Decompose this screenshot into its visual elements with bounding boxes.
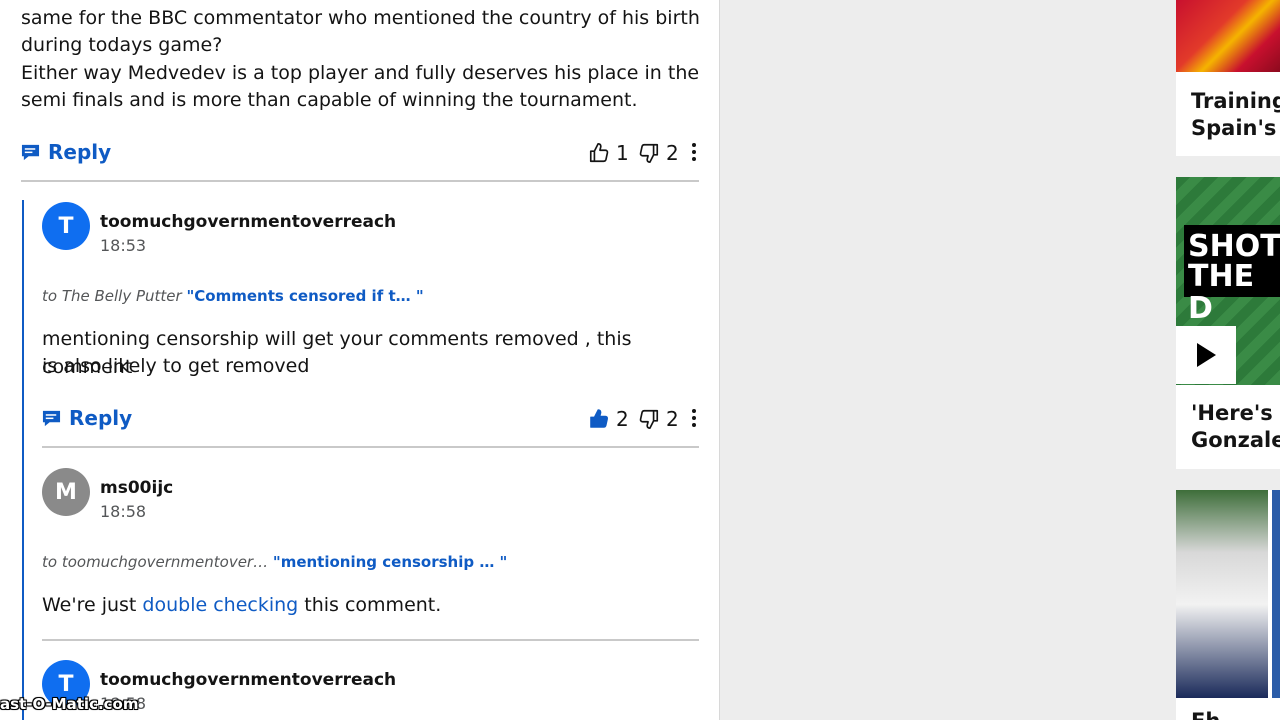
reply-label: Reply [48,140,112,164]
reply-icon [42,410,61,426]
divider [21,180,699,182]
reply-to-line: to toomuchgovernmentover… "mentioning ce… [42,553,507,571]
image-text-banner: SHOT THE D [1184,225,1280,325]
card-title: Spain's u [1191,116,1280,140]
comment-text-line: is also likely to get removed [42,355,310,377]
promo-card[interactable]: SHOT THE D 'Here's to Gonzalez [1176,177,1280,469]
reply-to-prefix: to toomuchgovernmentover… [42,553,269,571]
card-title: Gonzalez [1191,428,1280,452]
play-button[interactable] [1176,326,1236,384]
divider [42,639,699,641]
text-after-link: this comment. [298,594,442,616]
quoted-comment-link[interactable]: "Comments censored if t… " [186,287,423,305]
downvote-button[interactable]: 2 [638,407,679,431]
thumbs-up-filled-icon [590,409,609,428]
comment-text-line: same for the BBC commentator who mention… [21,7,700,29]
divider [42,446,699,448]
card-image [1176,0,1280,72]
text-before-link: We're just [42,594,143,616]
reply-icon [21,144,40,160]
comment-text-line: semi finals and is more than capable of … [21,89,638,111]
comment-text-line: We're just double checking this comment. [42,592,441,620]
thumbs-up-icon [589,143,609,163]
promo-card[interactable]: Training Spain's u [1176,0,1280,156]
author-name[interactable]: toomuchgovernmentoverreach [100,212,396,232]
reply-to-prefix: to The Belly Putter [42,287,182,305]
upvote-count: 2 [616,407,629,431]
card-title: Eh [1191,708,1220,720]
play-icon [1197,343,1216,367]
comments-panel: same for the BBC commentator who mention… [0,0,720,720]
downvote-count: 2 [666,407,679,431]
page: same for the BBC commentator who mention… [0,0,1280,720]
upvote-button[interactable]: 1 [588,141,629,165]
promo-card[interactable]: Eh [1176,490,1280,720]
thumbs-down-icon [639,409,659,429]
timestamp: 18:58 [100,502,147,521]
card-title: Training [1191,89,1280,113]
upvote-button[interactable]: 2 [588,407,629,431]
double-checking-link[interactable]: double checking [142,594,298,616]
reply-to-line: to The Belly Putter "Comments censored i… [42,287,424,305]
card-title: 'Here's to [1191,401,1280,425]
more-options-icon[interactable] [688,141,700,163]
avatar[interactable]: M [42,468,90,516]
thumbs-down-icon [639,143,659,163]
comment-text-line: during todays game? [21,34,223,56]
card-image-secondary [1272,490,1280,698]
downvote-count: 2 [666,141,679,165]
image-text-line: THE D [1188,259,1255,326]
more-options-icon[interactable] [688,407,700,429]
author-name[interactable]: ms00ijc [100,478,173,498]
reply-button[interactable]: Reply [42,406,132,430]
watermark: ast-O-Matic.com [0,695,139,713]
reply-button[interactable]: Reply [21,140,111,164]
comment-text-line: Either way Medvedev is a top player and … [21,62,700,84]
quoted-comment-link[interactable]: "mentioning censorship … " [273,553,508,571]
upvote-count: 1 [616,141,629,165]
reply-label: Reply [69,406,133,430]
thread-line [22,200,24,720]
author-name[interactable]: toomuchgovernmentoverreach [100,670,396,690]
downvote-button[interactable]: 2 [638,141,679,165]
avatar[interactable]: T [42,202,90,250]
timestamp: 18:53 [100,236,147,255]
card-image [1176,490,1268,698]
